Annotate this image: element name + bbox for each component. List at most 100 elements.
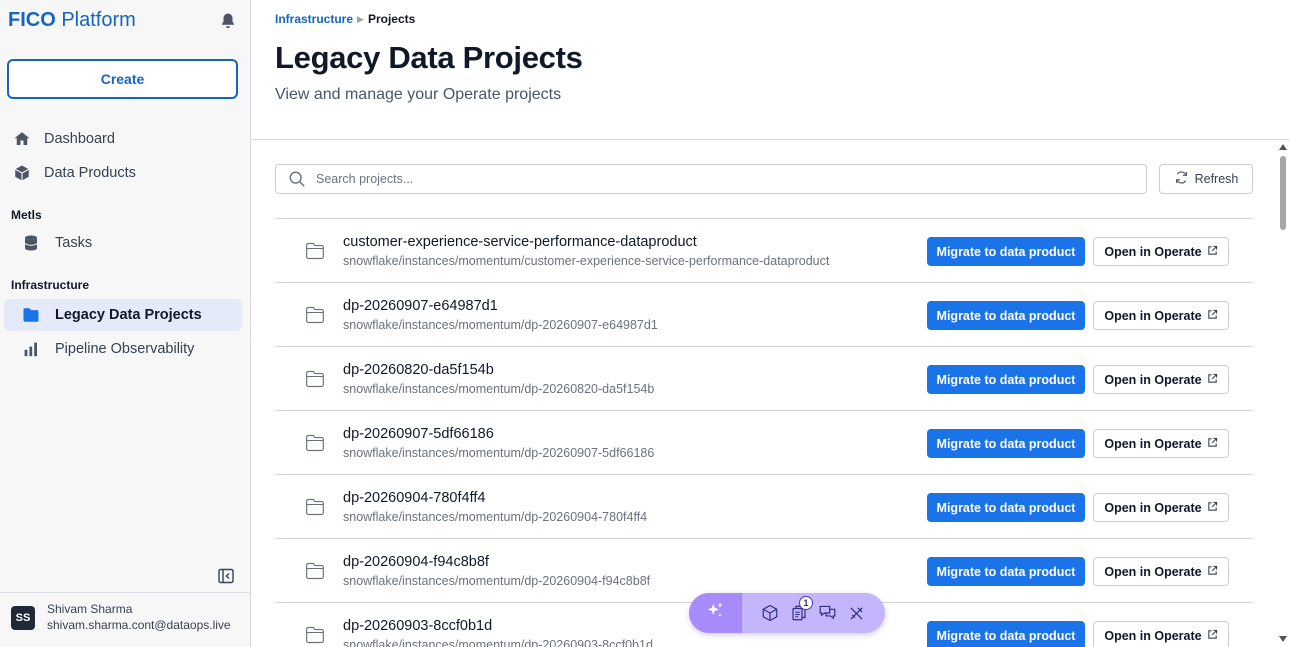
page-subtitle: View and manage your Operate projects bbox=[275, 86, 562, 103]
brand-name-bold: FICO bbox=[8, 9, 56, 31]
external-link-icon bbox=[1207, 245, 1218, 259]
sidebar-item-label: Dashboard bbox=[44, 131, 115, 147]
refresh-label: Refresh bbox=[1194, 172, 1239, 186]
project-row[interactable]: customer-experience-service-performance-… bbox=[275, 219, 1253, 283]
project-path: snowflake/instances/momentum/customer-ex… bbox=[343, 254, 830, 268]
sidebar-item-data-products[interactable]: Data Products bbox=[4, 157, 242, 189]
floating-toolbar: 1 bbox=[689, 593, 885, 633]
project-row[interactable]: dp-20260907-e64987d1 snowflake/instances/… bbox=[275, 283, 1253, 347]
folder-icon bbox=[305, 498, 325, 516]
create-button[interactable]: Create bbox=[7, 59, 238, 99]
refresh-button[interactable]: Refresh bbox=[1159, 164, 1253, 194]
home-icon bbox=[12, 129, 32, 149]
project-name[interactable]: dp-20260904-780f4ff4 bbox=[343, 490, 485, 506]
open-in-operate-label: Open in Operate bbox=[1104, 500, 1202, 515]
open-in-operate-label: Open in Operate bbox=[1104, 436, 1202, 451]
search-box bbox=[275, 164, 1147, 194]
project-name[interactable]: dp-20260907-5df66186 bbox=[343, 426, 494, 442]
chat-icon[interactable] bbox=[818, 604, 837, 623]
sidebar: FICO Platform Create Dashboard Data Prod… bbox=[0, 0, 251, 647]
folder-icon bbox=[305, 370, 325, 388]
scrollbar[interactable] bbox=[1277, 140, 1289, 647]
project-list: customer-experience-service-performance-… bbox=[275, 218, 1253, 647]
migrate-to-data-product-button[interactable]: Migrate to data product bbox=[927, 301, 1085, 330]
project-path: snowflake/instances/momentum/dp-20260904… bbox=[343, 510, 648, 524]
external-link-icon bbox=[1207, 309, 1218, 323]
ai-assistant-button[interactable] bbox=[689, 593, 741, 633]
documents-icon[interactable]: 1 bbox=[789, 595, 813, 623]
section-label-infrastructure: Infrastructure bbox=[11, 278, 90, 292]
header-divider bbox=[251, 139, 1289, 140]
folder-icon bbox=[305, 242, 325, 260]
project-name[interactable]: dp-20260820-da5f154b bbox=[343, 362, 494, 378]
migrate-to-data-product-button[interactable]: Migrate to data product bbox=[927, 237, 1085, 266]
migrate-to-data-product-button[interactable]: Migrate to data product bbox=[927, 429, 1085, 458]
migrate-to-data-product-button[interactable]: Migrate to data product bbox=[927, 557, 1085, 586]
search-input[interactable] bbox=[316, 172, 1116, 186]
sidebar-item-pipeline-observability[interactable]: Pipeline Observability bbox=[4, 333, 242, 365]
user-name: Shivam Sharma bbox=[47, 602, 133, 616]
project-row[interactable]: dp-20260907-5df66186 snowflake/instances/… bbox=[275, 411, 1253, 475]
project-name[interactable]: customer-experience-service-performance-… bbox=[343, 234, 697, 250]
brand-logo[interactable]: FICO Platform bbox=[8, 9, 136, 32]
folder-icon bbox=[305, 306, 325, 324]
collapse-sidebar-icon[interactable] bbox=[218, 568, 234, 584]
app-root: FICO Platform Create Dashboard Data Prod… bbox=[0, 0, 1289, 647]
scrollbar-thumb[interactable] bbox=[1280, 156, 1286, 230]
breadcrumb-link-infrastructure[interactable]: Infrastructure bbox=[275, 12, 353, 26]
tools-icon[interactable] bbox=[847, 604, 866, 623]
project-row[interactable]: dp-20260820-da5f154b snowflake/instances/… bbox=[275, 347, 1253, 411]
sidebar-item-tasks[interactable]: Tasks bbox=[4, 227, 242, 259]
avatar: SS bbox=[11, 606, 35, 630]
open-in-operate-button[interactable]: Open in Operate bbox=[1093, 301, 1229, 330]
open-in-operate-button[interactable]: Open in Operate bbox=[1093, 365, 1229, 394]
folder-icon bbox=[305, 434, 325, 452]
external-link-icon bbox=[1207, 437, 1218, 451]
migrate-to-data-product-button[interactable]: Migrate to data product bbox=[927, 621, 1085, 647]
brand-name-rest: Platform bbox=[55, 9, 136, 31]
scroll-down-arrow-icon[interactable] bbox=[1279, 636, 1287, 642]
project-row[interactable]: dp-20260904-780f4ff4 snowflake/instances/… bbox=[275, 475, 1253, 539]
folder-icon bbox=[21, 305, 41, 325]
search-icon bbox=[288, 170, 306, 188]
migrate-to-data-product-button[interactable]: Migrate to data product bbox=[927, 493, 1085, 522]
folder-icon bbox=[305, 626, 325, 644]
project-path: snowflake/instances/momentum/dp-20260903… bbox=[343, 638, 653, 647]
open-in-operate-button[interactable]: Open in Operate bbox=[1093, 429, 1229, 458]
breadcrumb-current: Projects bbox=[367, 12, 416, 26]
external-link-icon bbox=[1207, 373, 1218, 387]
user-email: shivam.sharma.cont@dataops.live bbox=[47, 618, 231, 632]
open-in-operate-label: Open in Operate bbox=[1104, 244, 1202, 259]
project-name[interactable]: dp-20260903-8ccf0b1d bbox=[343, 618, 492, 634]
breadcrumb: Infrastructure ▶ Projects bbox=[275, 12, 415, 26]
open-in-operate-button[interactable]: Open in Operate bbox=[1093, 493, 1229, 522]
open-in-operate-button[interactable]: Open in Operate bbox=[1093, 237, 1229, 266]
refresh-icon bbox=[1174, 170, 1189, 188]
cube-icon[interactable] bbox=[760, 604, 779, 623]
project-name[interactable]: dp-20260904-f94c8b8f bbox=[343, 554, 489, 570]
cube-icon bbox=[12, 163, 32, 183]
sparkles-icon bbox=[705, 601, 725, 626]
external-link-icon bbox=[1207, 629, 1218, 643]
scroll-up-arrow-icon[interactable] bbox=[1279, 144, 1287, 150]
sidebar-item-label: Pipeline Observability bbox=[55, 341, 195, 357]
project-path: snowflake/instances/momentum/dp-20260820… bbox=[343, 382, 655, 396]
sidebar-item-dashboard[interactable]: Dashboard bbox=[4, 123, 242, 155]
open-in-operate-button[interactable]: Open in Operate bbox=[1093, 557, 1229, 586]
bar-chart-icon bbox=[21, 339, 41, 359]
main-content: Infrastructure ▶ Projects Legacy Data Pr… bbox=[251, 0, 1289, 647]
external-link-icon bbox=[1207, 565, 1218, 579]
open-in-operate-label: Open in Operate bbox=[1104, 628, 1202, 643]
toolbar-divider bbox=[741, 593, 742, 633]
user-profile[interactable]: SS Shivam Sharma shivam.sharma.cont@data… bbox=[0, 592, 250, 647]
open-in-operate-button[interactable]: Open in Operate bbox=[1093, 621, 1229, 647]
folder-icon bbox=[305, 562, 325, 580]
notifications-bell-icon[interactable] bbox=[219, 12, 237, 30]
sidebar-item-legacy-data-projects[interactable]: Legacy Data Projects bbox=[4, 299, 242, 331]
toolbar-icons: 1 bbox=[760, 595, 866, 623]
migrate-to-data-product-button[interactable]: Migrate to data product bbox=[927, 365, 1085, 394]
open-in-operate-label: Open in Operate bbox=[1104, 564, 1202, 579]
open-in-operate-label: Open in Operate bbox=[1104, 372, 1202, 387]
project-name[interactable]: dp-20260907-e64987d1 bbox=[343, 298, 498, 314]
project-path: snowflake/instances/momentum/dp-20260904… bbox=[343, 574, 651, 588]
